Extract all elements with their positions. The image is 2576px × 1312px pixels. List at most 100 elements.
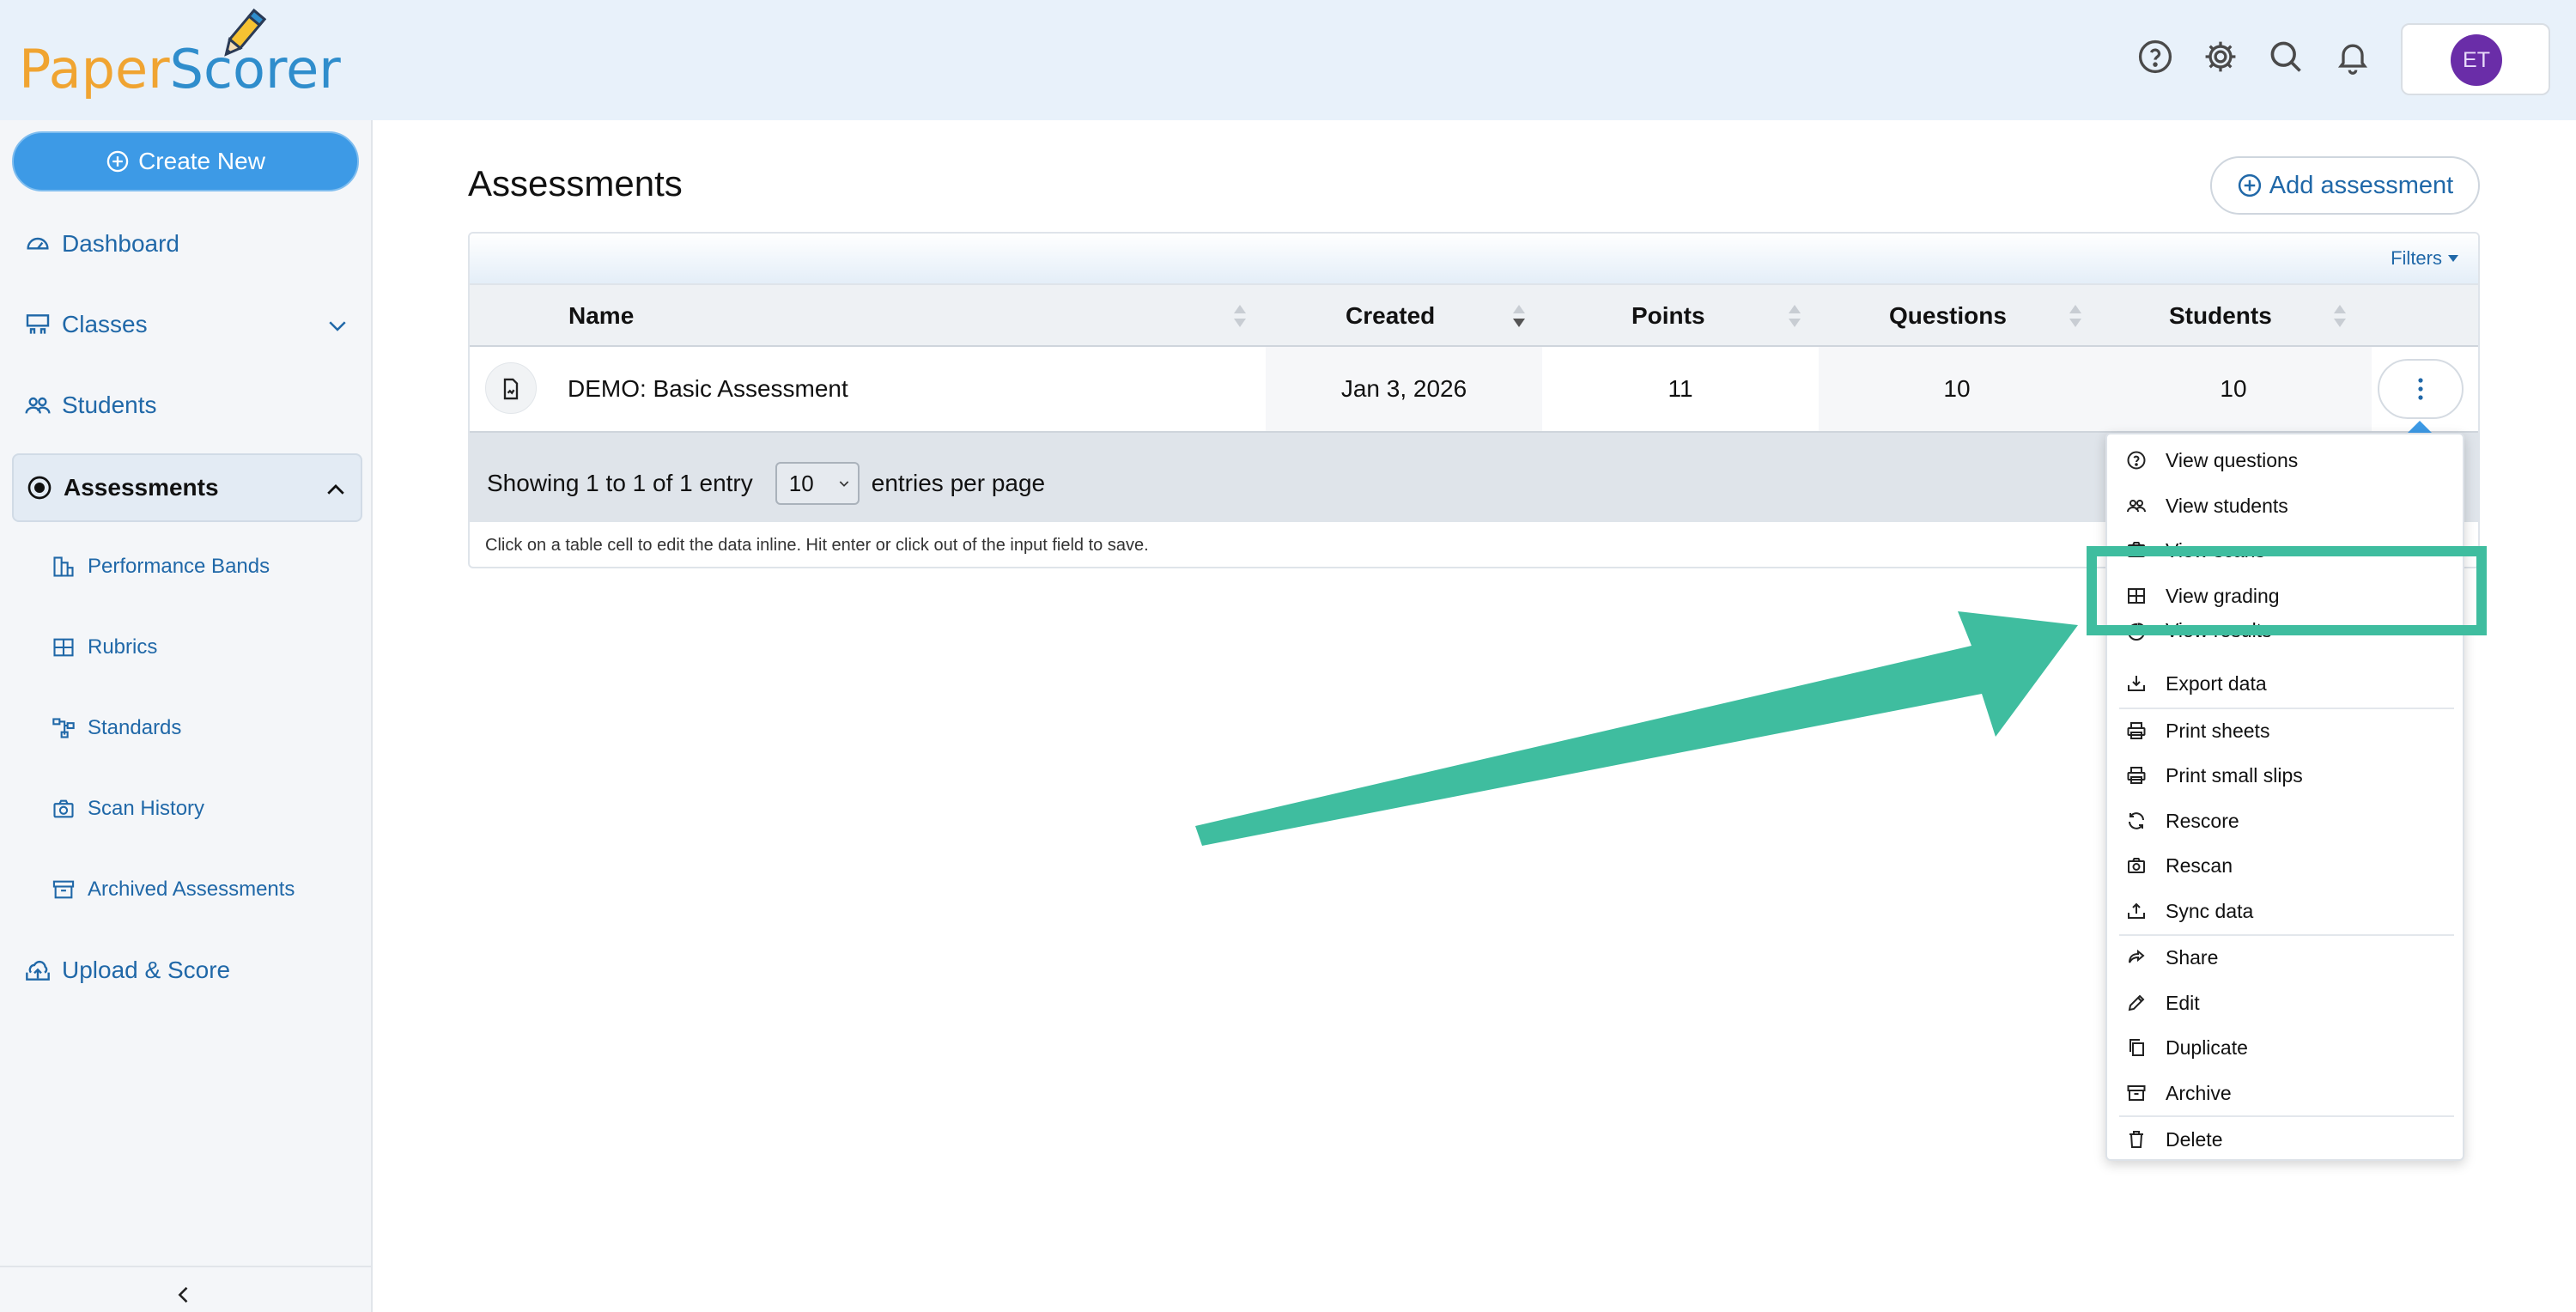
table-toolbar: Filters xyxy=(470,234,2478,283)
menu-item-view-questions[interactable]: View questions xyxy=(2126,441,2298,479)
sidebar-item-dashboard[interactable]: Dashboard xyxy=(12,210,362,278)
page-title: Assessments xyxy=(468,163,683,203)
inline-edit-hint: Click on a table cell to edit the data i… xyxy=(485,536,1149,555)
grid-icon xyxy=(53,638,74,657)
sort-icon[interactable] xyxy=(1787,302,1802,330)
sidebar-subitem-standards[interactable]: Standards xyxy=(52,702,181,754)
sidebar-subitem-rubrics[interactable]: Rubrics xyxy=(52,622,157,673)
menu-divider xyxy=(2119,1115,2454,1117)
trash-icon xyxy=(2129,1131,2143,1148)
chevron-down-icon[interactable] xyxy=(325,313,350,338)
cell-points[interactable]: 11 xyxy=(1542,347,1819,431)
showing-text: Showing 1 to 1 of 1 entry xyxy=(487,470,753,496)
table-row[interactable]: DEMO: Basic Assessment Jan 3, 2026 11 10… xyxy=(470,347,2478,433)
highlight-box xyxy=(2087,546,2487,635)
printer-icon xyxy=(2127,722,2146,739)
menu-item-view-students[interactable]: View students xyxy=(2126,487,2288,525)
camera-icon xyxy=(53,799,74,818)
chevron-up-icon[interactable] xyxy=(323,477,349,503)
sidebar-subitem-label: Performance Bands xyxy=(88,555,270,578)
entries-per-page-select[interactable]: 10 xyxy=(775,462,860,505)
menu-item-archive[interactable]: Archive xyxy=(2126,1074,2232,1112)
question-circle-icon xyxy=(2127,451,2146,470)
sidebar-item-upload-score[interactable]: Upload & Score xyxy=(12,936,362,1005)
sidebar-item-classes[interactable]: Classes xyxy=(12,290,362,359)
sort-icon[interactable] xyxy=(1232,302,1248,330)
column-header-points[interactable]: Points xyxy=(1631,285,1705,347)
per-page-suffix: entries per page xyxy=(871,470,1046,496)
cell-questions[interactable]: 10 xyxy=(1819,347,2095,431)
pagination-info: Showing 1 to 1 of 1 entry 10 entries per… xyxy=(487,462,1045,505)
sidebar-subitem-label: Standards xyxy=(88,716,182,739)
cell-name[interactable]: DEMO: Basic Assessment xyxy=(568,347,848,431)
archive-icon xyxy=(52,880,75,899)
search-icon[interactable] xyxy=(2267,38,2305,76)
sidebar-item-label: Assessments xyxy=(64,474,219,501)
annotation-arrow-icon xyxy=(1195,611,2078,846)
share-icon xyxy=(2129,949,2145,963)
menu-item-duplicate[interactable]: Duplicate xyxy=(2126,1029,2248,1066)
menu-divider xyxy=(2119,708,2454,709)
plus-circle-icon xyxy=(106,150,129,173)
chevron-down-icon xyxy=(839,481,849,487)
menu-item-rescan[interactable]: Rescan xyxy=(2126,847,2233,884)
menu-item-export-data[interactable]: Export data xyxy=(2126,665,2267,702)
chevron-left-icon[interactable] xyxy=(172,1283,196,1307)
row-actions-menu: View questions View students View scans … xyxy=(2105,433,2464,1161)
sort-icon[interactable] xyxy=(2068,302,2083,330)
sidebar: Create New Dashboard Classes Students As… xyxy=(0,120,373,1312)
kebab-menu-icon xyxy=(2418,378,2423,400)
logo-wordmark: PaperScorer xyxy=(19,38,341,100)
gauge-icon xyxy=(27,237,49,250)
refresh-icon xyxy=(2129,812,2144,829)
camera-icon xyxy=(2128,858,2145,873)
sidebar-item-label: Classes xyxy=(62,311,148,337)
upload-tray-icon xyxy=(2128,902,2145,919)
cell-students[interactable]: 10 xyxy=(2095,347,2372,431)
menu-item-print-small-slips[interactable]: Print small slips xyxy=(2126,756,2303,794)
column-header-name[interactable]: Name xyxy=(568,285,634,347)
column-header-students[interactable]: Students xyxy=(2169,285,2272,347)
menu-item-rescore[interactable]: Rescore xyxy=(2126,802,2239,840)
sidebar-collapse-bar xyxy=(0,1266,371,1312)
radio-dot-icon xyxy=(27,476,52,500)
help-circle-icon[interactable] xyxy=(2136,38,2174,76)
add-assessment-button[interactable]: Add assessment xyxy=(2210,156,2480,215)
table-header: Name Created Points Questions Students xyxy=(470,283,2478,347)
row-actions-button[interactable] xyxy=(2378,359,2464,419)
menu-item-print-sheets[interactable]: Print sheets xyxy=(2126,712,2269,750)
download-tray-icon xyxy=(2128,676,2145,691)
sidebar-item-label: Dashboard xyxy=(62,230,179,257)
sidebar-subitem-scan-history[interactable]: Scan History xyxy=(52,783,204,835)
users-icon xyxy=(2127,500,2146,513)
sidebar-item-assessments[interactable]: Assessments xyxy=(12,453,362,522)
copy-icon xyxy=(2129,1039,2144,1056)
sort-desc-icon[interactable] xyxy=(1511,302,1527,330)
column-header-created[interactable]: Created xyxy=(1346,285,1435,347)
sidebar-subitem-performance-bands[interactable]: Performance Bands xyxy=(52,541,270,592)
add-assessment-label: Add assessment xyxy=(2269,171,2454,199)
document-icon xyxy=(485,362,537,414)
create-new-button[interactable]: Create New xyxy=(12,131,359,191)
menu-item-share[interactable]: Share xyxy=(2126,938,2218,976)
archive-icon xyxy=(2127,1085,2146,1101)
gear-icon[interactable] xyxy=(2202,38,2239,76)
menu-item-sync-data[interactable]: Sync data xyxy=(2126,892,2253,930)
sidebar-subitem-archived-assessments[interactable]: Archived Assessments xyxy=(52,864,295,915)
menu-item-delete[interactable]: Delete xyxy=(2126,1121,2222,1158)
pencil-logo-icon xyxy=(224,8,267,57)
menu-item-edit[interactable]: Edit xyxy=(2126,984,2200,1022)
column-header-questions[interactable]: Questions xyxy=(1889,285,2007,347)
sort-icon[interactable] xyxy=(2332,302,2348,330)
sidebar-item-students[interactable]: Students xyxy=(12,371,362,440)
bands-icon xyxy=(53,556,74,577)
sidebar-subitem-label: Archived Assessments xyxy=(88,878,295,901)
app-logo[interactable]: PaperScorer xyxy=(19,5,341,104)
cell-created[interactable]: Jan 3, 2026 xyxy=(1266,347,1542,431)
bell-icon[interactable] xyxy=(2334,38,2372,76)
filters-label: Filters xyxy=(2391,247,2442,269)
filters-button[interactable]: Filters xyxy=(2391,247,2459,270)
per-page-value: 10 xyxy=(788,470,814,496)
user-menu-button[interactable]: ET xyxy=(2401,23,2550,95)
sidebar-subitem-label: Rubrics xyxy=(88,635,158,659)
